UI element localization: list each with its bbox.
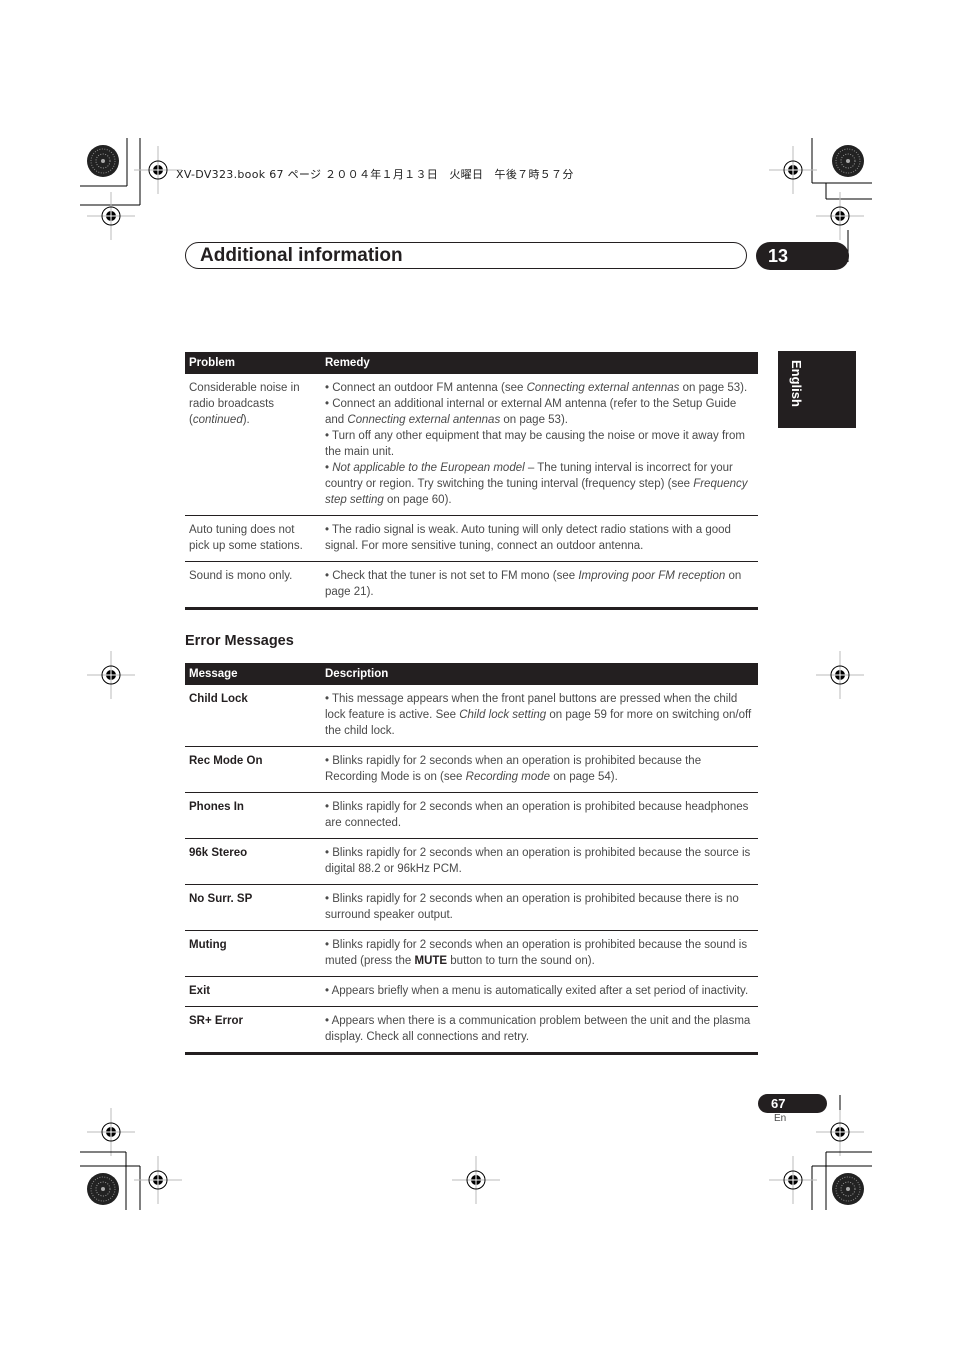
message-cell: Muting — [185, 930, 321, 977]
starburst-icon — [86, 144, 120, 178]
message-cell: Exit — [185, 976, 321, 1007]
page-language-code: En — [774, 1113, 787, 1124]
table-row: Sound is mono only. • Check that the tune… — [185, 561, 758, 610]
message-cell: SR+ Error — [185, 1006, 321, 1055]
language-tab-label: English — [789, 360, 804, 407]
tuner-troubleshooting-table: Problem Remedy Considerable noise in rad… — [185, 352, 758, 610]
message-cell: 96k Stereo — [185, 838, 321, 885]
message-cell: Phones In — [185, 792, 321, 839]
emphasized-text: Connecting external antennas — [347, 414, 501, 426]
table-row: 96k Stereo • Blinks rapidly for 2 seconds… — [185, 838, 758, 885]
table-row: Auto tuning does not pick up some statio… — [185, 515, 758, 562]
description-cell: • Blinks rapidly for 2 seconds when an o… — [321, 838, 758, 885]
table-header-row: Problem Remedy — [185, 352, 758, 374]
emphasized-text: MUTE — [414, 955, 448, 967]
column-header-message: Message — [185, 663, 321, 685]
chapter-number: 13 — [768, 246, 789, 266]
remedy-cell: • Connect an outdoor FM antenna (see Con… — [321, 374, 758, 516]
error-messages-table: Message Description Child Lock • This mes… — [185, 663, 758, 1055]
problem-cell: Considerable noise in radio broadcasts (… — [185, 374, 321, 516]
emphasized-text: Frequency step setting — [325, 478, 748, 506]
table-row: Exit • Appears briefly when a menu is aut… — [185, 976, 758, 1007]
emphasized-text: Child lock setting — [459, 709, 547, 721]
page-number-badge — [758, 1094, 827, 1113]
print-header: XV-DV323.book 67 ページ ２００４年１月１３日 火曜日 午後７時… — [176, 168, 574, 181]
chapter-title: Additional information — [200, 245, 403, 266]
table-row: Rec Mode On • Blinks rapidly for 2 second… — [185, 746, 758, 793]
problem-cell: Auto tuning does not pick up some statio… — [185, 515, 321, 562]
remedy-cell: • The radio signal is weak. Auto tuning … — [321, 515, 758, 562]
message-cell: Rec Mode On — [185, 746, 321, 793]
section-heading: Error Messages — [185, 633, 294, 649]
problem-cell: Sound is mono only. — [185, 561, 321, 610]
message-cell: Child Lock — [185, 685, 321, 747]
message-cell: No Surr. SP — [185, 884, 321, 931]
description-cell: • Blinks rapidly for 2 seconds when an o… — [321, 746, 758, 793]
description-cell: • Appears briefly when a menu is automat… — [321, 976, 758, 1007]
emphasized-text: Recording mode — [465, 771, 551, 783]
table-row: Phones In • Blinks rapidly for 2 seconds … — [185, 792, 758, 839]
column-header-remedy: Remedy — [321, 352, 758, 374]
table-row: Considerable noise in radio broadcasts (… — [185, 374, 758, 516]
emphasized-text: Connecting external antennas — [526, 382, 680, 394]
remedy-cell: • Check that the tuner is not set to FM … — [321, 561, 758, 610]
table-row: SR+ Error • Appears when there is a commu… — [185, 1006, 758, 1055]
description-cell: • Appears when there is a communication … — [321, 1006, 758, 1055]
table-row: Child Lock • This message appears when th… — [185, 685, 758, 747]
table-row: No Surr. SP • Blinks rapidly for 2 second… — [185, 884, 758, 931]
page-number: 67 — [771, 1096, 786, 1111]
description-cell: • Blinks rapidly for 2 seconds when an o… — [321, 884, 758, 931]
column-header-description: Description — [321, 663, 758, 685]
table-row: Muting • Blinks rapidly for 2 seconds whe… — [185, 930, 758, 977]
emphasized-text: Improving poor FM reception — [578, 570, 726, 582]
description-cell: • This message appears when the front pa… — [321, 685, 758, 747]
emphasized-text: continued — [192, 414, 243, 426]
description-cell: • Blinks rapidly for 2 seconds when an o… — [321, 930, 758, 977]
emphasized-text: Not applicable to the European model — [332, 462, 525, 474]
description-cell: • Blinks rapidly for 2 seconds when an o… — [321, 792, 758, 839]
table-header-row: Message Description — [185, 663, 758, 685]
column-header-problem: Problem — [185, 352, 321, 374]
